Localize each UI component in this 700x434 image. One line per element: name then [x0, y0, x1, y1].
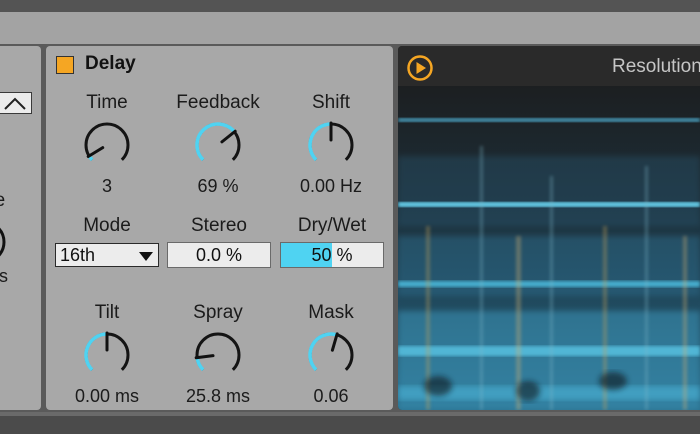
top-bar — [0, 0, 700, 12]
spray-label: Spray — [193, 302, 243, 323]
stereo-label: Stereo — [191, 215, 247, 236]
spectrogram-display[interactable] — [398, 86, 700, 410]
tilt-label: Tilt — [94, 302, 120, 323]
time-value: 3 — [101, 176, 112, 196]
spectral-header: Resolution — [398, 46, 700, 86]
spray-param: Spray 25.8 ms — [166, 301, 270, 407]
knob-value-arc — [308, 332, 338, 372]
device-on-toggle[interactable] — [56, 56, 74, 74]
knob-value-arc — [195, 122, 236, 162]
knob-pointer — [194, 354, 215, 360]
time-knob[interactable] — [75, 115, 139, 175]
device-chain-header — [0, 12, 700, 44]
stereo-field[interactable]: 0.0 % — [167, 242, 271, 268]
knob-value-arc — [84, 332, 108, 372]
tilt-param: Tilt 0.00 ms — [55, 301, 159, 407]
feedback-value: 69 % — [197, 176, 239, 196]
mode-select[interactable]: 16th — [55, 243, 159, 267]
mask-value: 0.06 — [313, 386, 349, 406]
shift-label: Shift — [311, 92, 351, 113]
knob-value-arc — [195, 357, 205, 372]
dry-wet-value: 50 % — [311, 245, 353, 265]
shift-param: Shift 0.00 Hz — [279, 91, 383, 197]
knob-pointer — [220, 129, 237, 144]
left-device-param-label: de — [0, 190, 5, 212]
mode-value: 16th — [60, 245, 96, 265]
dry-wet-label: Dry/Wet — [297, 215, 367, 236]
knob-value-arc — [308, 122, 332, 162]
mode-label: Mode — [83, 215, 131, 236]
spray-knob[interactable] — [186, 325, 250, 385]
feedback-knob[interactable] — [186, 115, 250, 175]
chevron-down-icon — [139, 252, 153, 261]
play-icon[interactable] — [406, 54, 434, 82]
tilt-knob[interactable] — [75, 325, 139, 385]
shift-value: 0.00 Hz — [299, 176, 363, 196]
tilt-value: 0.00 ms — [74, 386, 140, 406]
feedback-param: Feedback 69 % — [166, 91, 270, 197]
mask-label: Mask — [308, 302, 354, 323]
resolution-label: Resolution — [612, 56, 700, 77]
envelope-shape-button[interactable] — [0, 92, 32, 114]
knob-track — [195, 332, 241, 371]
knob-pointer — [330, 332, 339, 352]
mask-knob[interactable] — [299, 325, 363, 385]
time-param: Time 3 — [55, 91, 159, 197]
device-title: Delay — [85, 53, 136, 74]
spray-value: 25.8 ms — [185, 386, 251, 406]
left-device: de ms — [0, 46, 41, 410]
left-device-param-value: ms — [0, 266, 8, 286]
spectral-display-panel: Resolution — [398, 46, 700, 410]
left-device-knob[interactable] — [0, 216, 10, 268]
delay-device: Delay Time 3 Feedback 69 % Shift 0.00 Hz… — [46, 46, 393, 410]
stereo-value: 0.0 % — [195, 245, 243, 265]
dry-wet-field[interactable]: 50 % — [280, 242, 384, 268]
mask-param: Mask 0.06 — [279, 301, 383, 407]
feedback-label: Feedback — [176, 92, 260, 113]
shift-knob[interactable] — [299, 115, 363, 175]
bottom-divider — [0, 412, 700, 416]
envelope-shape-icon — [4, 97, 26, 110]
knob-pointer — [86, 146, 105, 158]
time-label: Time — [86, 92, 128, 113]
